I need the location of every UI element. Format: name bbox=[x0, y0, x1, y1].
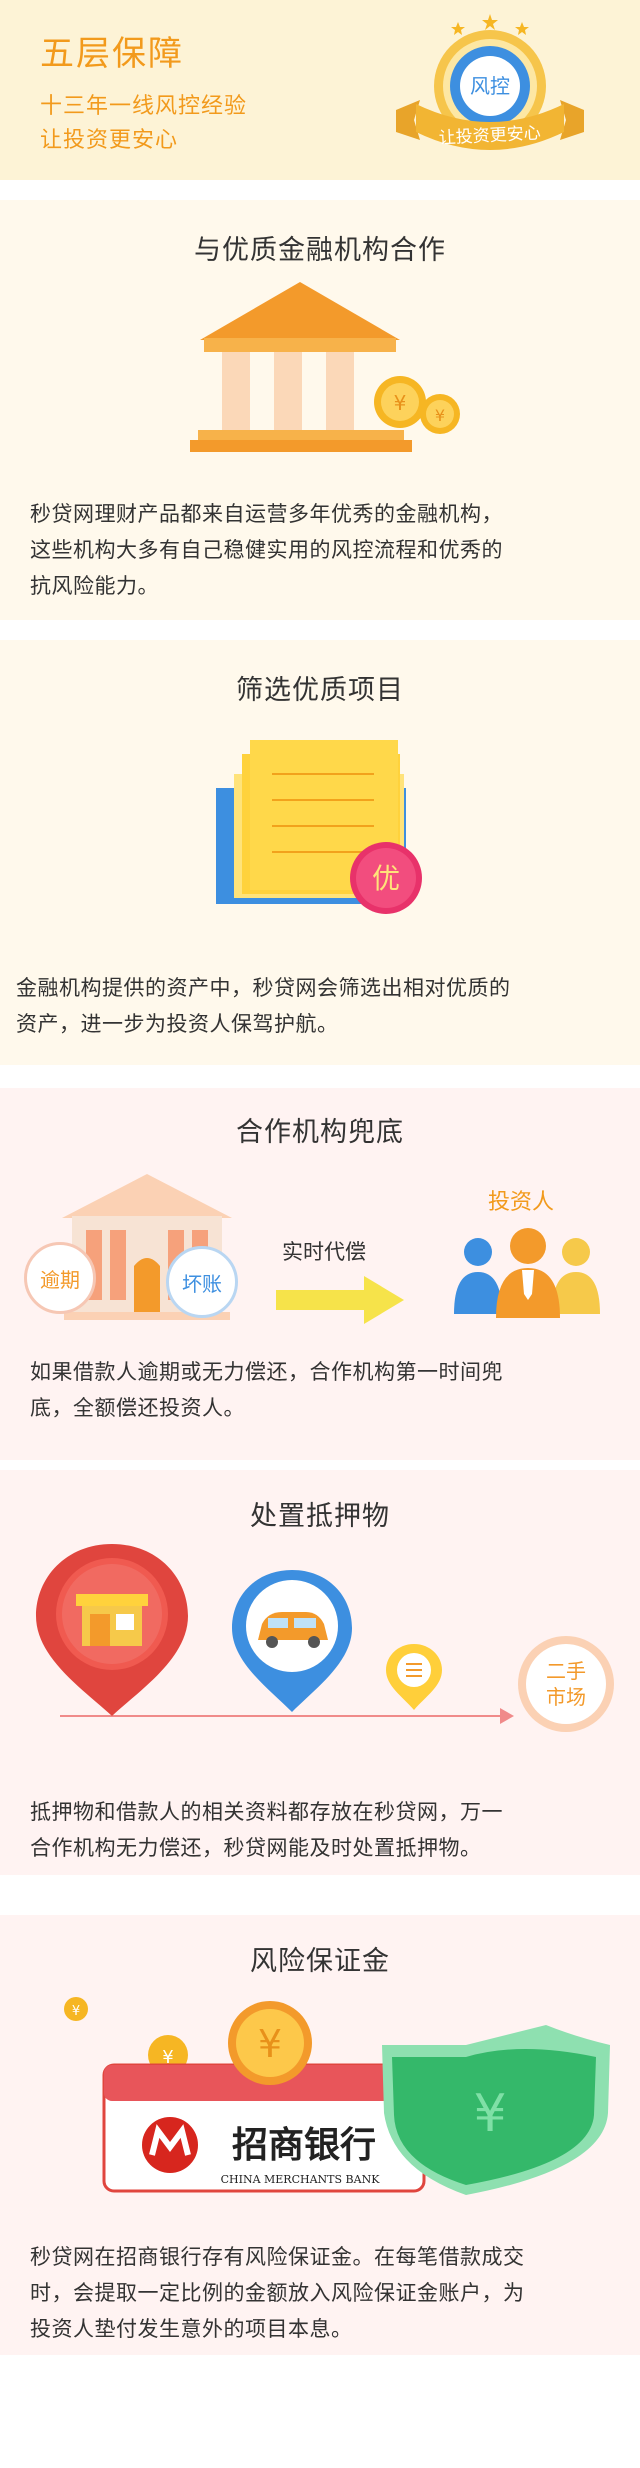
hero-banner: 五层保障 十三年一线风控经验 让投资更安心 风控 让投资更安心 bbox=[0, 0, 640, 180]
car-pin-icon bbox=[232, 1570, 352, 1712]
hero-subtitle-2: 让投资更安心 bbox=[40, 128, 179, 153]
coin-icon: ¥ bbox=[394, 391, 407, 415]
section-description: 如果借款人逾期或无力偿还，合作机构第一时间兜 底，全额偿还投资人。 bbox=[30, 1360, 503, 1420]
shield-yen-icon: ¥ bbox=[473, 2084, 506, 2144]
bank-name-en: CHINA MERCHANTS BANK bbox=[221, 2173, 381, 2186]
section-partner-institutions: 与优质金融机构合作 ¥ ¥ 秒贷网理财产品都来自运营多年优秀的金融机构， 这些机… bbox=[0, 200, 640, 620]
section-collateral-disposal: 处置抵押物 二手 市场 抵押物和借款人的相关资料都存放在秒贷网，万一 合作机构无… bbox=[0, 1470, 640, 1875]
section-description: 金融机构提供的资产中，秒贷网会筛选出相对优质的 资产，进一步为投资人保驾护航。 bbox=[16, 976, 511, 1036]
hero-title: 五层保障 bbox=[40, 34, 184, 74]
section-risk-reserve: 风险保证金 ¥ ¥ ¥ 招商银行 CHINA MERCHANTS BANK ¥ … bbox=[0, 1915, 640, 2355]
badge-center-text: 风控 bbox=[470, 74, 510, 98]
investors-icon bbox=[454, 1228, 600, 1318]
coin-icon: ¥ bbox=[435, 406, 445, 425]
section-screen-projects: 筛选优质项目 优 金融机构提供的资产中，秒贷网会筛选出相对优质的 资产，进一步为… bbox=[0, 640, 640, 1065]
collateral-illustration: 二手 市场 bbox=[36, 1544, 614, 1732]
document-icon: 优 bbox=[216, 740, 422, 914]
market-label: 二手 bbox=[546, 1659, 586, 1683]
document-pin-icon bbox=[386, 1644, 442, 1710]
overdue-tag: 逾期 bbox=[24, 1242, 96, 1314]
bank-name: 招商银行 bbox=[232, 2124, 376, 2166]
coin-icon: ¥ bbox=[258, 2022, 282, 2066]
section-title: 与优质金融机构合作 bbox=[194, 235, 446, 266]
investor-label: 投资人 bbox=[488, 1190, 555, 1215]
compensation-label: 实时代偿 bbox=[282, 1240, 366, 1264]
risk-control-badge: 风控 让投资更安心 bbox=[396, 14, 584, 150]
section-title: 处置抵押物 bbox=[250, 1501, 390, 1532]
bank-building-icon: ¥ ¥ bbox=[190, 282, 460, 452]
shop-pin-icon bbox=[36, 1544, 188, 1716]
bank-reserve-illustration: ¥ ¥ ¥ 招商银行 CHINA MERCHANTS BANK ¥ bbox=[64, 1997, 610, 2195]
hero-subtitle-1: 十三年一线风控经验 bbox=[40, 94, 248, 119]
section-description: 秒贷网理财产品都来自运营多年优秀的金融机构， 这些机构大多有自己稳健实用的风控流… bbox=[30, 502, 503, 598]
section-title: 风险保证金 bbox=[250, 1946, 390, 1977]
bad-debt-tag: 坏账 bbox=[166, 1246, 238, 1318]
quality-badge-text: 优 bbox=[372, 862, 400, 895]
coin-icon: ¥ bbox=[72, 2004, 80, 2019]
section-title: 合作机构兜底 bbox=[236, 1117, 404, 1148]
market-label: 市场 bbox=[546, 1685, 586, 1709]
section-partner-guarantee: 合作机构兜底 逾期 坏账 实时代偿 投资人 如果借款人逾期或无力偿还，合作机构第… bbox=[0, 1088, 640, 1460]
section-title: 筛选优质项目 bbox=[236, 675, 404, 706]
section-description: 秒贷网在招商银行存有风险保证金。在每笔借款成交 时，会提取一定比例的金额放入风险… bbox=[30, 2245, 525, 2341]
section-description: 抵押物和借款人的相关资料都存放在秒贷网，万一 合作机构无力偿还，秒贷网能及时处置… bbox=[30, 1800, 503, 1860]
arrow-right-icon bbox=[276, 1276, 404, 1324]
